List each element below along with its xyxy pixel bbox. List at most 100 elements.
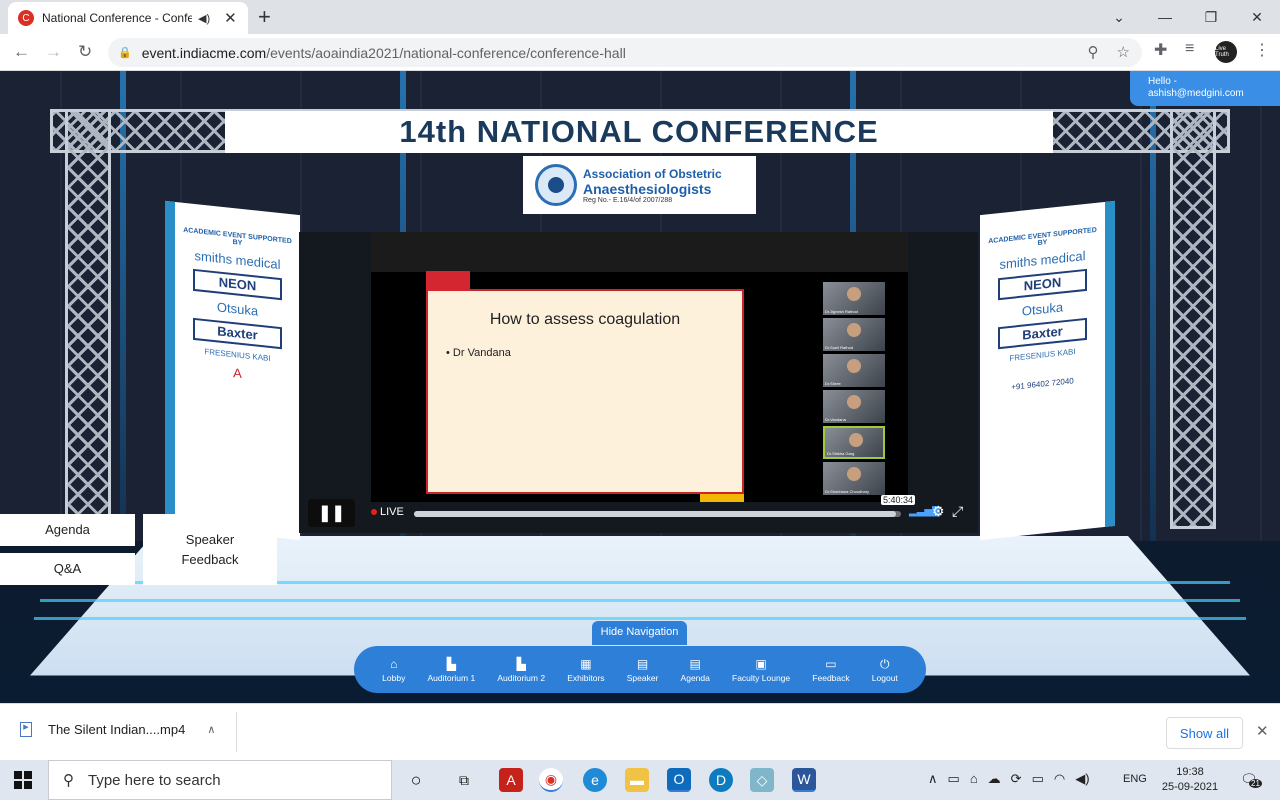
volume-icon[interactable]: ◀) (1075, 771, 1089, 787)
language-indicator[interactable]: ENG (1123, 773, 1147, 785)
left-truss (65, 109, 111, 529)
word-icon[interactable]: W (792, 768, 816, 792)
dell-icon[interactable]: D (709, 768, 733, 792)
system-clock[interactable]: 19:38 25-09-2021 (1160, 765, 1220, 795)
acrobat-icon[interactable]: A (499, 768, 523, 792)
agenda-button[interactable]: Agenda (0, 514, 135, 546)
file-icon: ▶ (20, 722, 32, 737)
video-controls: ❚❚ LIVE 5:40:34 ▂▃▅▇ ⚙ ⤢ (299, 495, 978, 533)
restore-button[interactable]: ❐ (1188, 9, 1234, 26)
taskbar-search[interactable]: ⚲ Type here to search (48, 760, 392, 800)
cortana-icon[interactable]: ○ (404, 768, 428, 792)
site-favicon: C (18, 10, 34, 26)
speaker-feedback-button[interactable]: Speaker Feedback (143, 514, 277, 585)
battery-icon[interactable]: ▭ (1032, 771, 1044, 787)
new-tab-button[interactable]: + (258, 4, 271, 30)
seek-bar[interactable] (414, 511, 901, 517)
forward-button[interactable]: → (45, 42, 62, 62)
minimize-button[interactable]: — (1142, 9, 1188, 25)
system-tray: ∧ ▭ ⌂ ☁ ⟳ ▭ ◠ ◀) (928, 771, 1090, 787)
sponsor-neon: NEON (998, 268, 1087, 301)
extensions-icon[interactable]: ✚ (1154, 40, 1167, 60)
door-icon: ▙ (516, 656, 526, 671)
qa-button[interactable]: Q&A (0, 553, 135, 585)
clock-time: 19:38 (1176, 766, 1204, 778)
show-all-button[interactable]: Show all (1166, 717, 1243, 749)
nav-agenda[interactable]: ▤ Agenda (681, 657, 710, 683)
stage-step-light (34, 617, 1246, 620)
notification-count: 21 (1249, 779, 1262, 788)
video-player[interactable]: How to assess coagulation • Dr Vandana D… (299, 232, 978, 533)
media-queue-icon[interactable]: ≡ (1185, 40, 1194, 58)
chevron-up-icon[interactable]: ∧ (207, 723, 215, 736)
nav-faculty-lounge[interactable]: ▣ Faculty Lounge (732, 657, 790, 683)
download-item[interactable]: ▶ The Silent Indian....mp4 ∧ (20, 722, 215, 737)
reload-button[interactable]: ↻ (78, 42, 92, 62)
device-icon[interactable]: ⌂ (970, 771, 978, 787)
fullscreen-icon[interactable]: ⤢ (952, 503, 963, 520)
nav-logout[interactable]: ⏻ Logout (872, 657, 898, 683)
nav-lobby[interactable]: ⌂ Lobby (382, 657, 405, 683)
nav-auditorium-1[interactable]: ▙ Auditorium 1 (427, 657, 475, 683)
participant-thumb-active: Dr.Shikha Garg (823, 426, 885, 459)
nav-auditorium-2[interactable]: ▙ Auditorium 2 (497, 657, 545, 683)
outlook-icon[interactable]: O (667, 768, 691, 792)
sponsor-phone: +91 96402 72040 (1011, 376, 1074, 392)
pause-button[interactable]: ❚❚ (308, 499, 355, 527)
user-greeting[interactable]: Hello - ashish@medgini.com (1130, 71, 1280, 106)
window-controls: ⌄ — ❐ ✕ (1096, 0, 1280, 34)
org-name-line2: Anaesthesiologists (583, 180, 712, 197)
menu-icon[interactable]: ⋮ (1254, 40, 1270, 60)
wifi-icon[interactable]: ◠ (1054, 771, 1065, 787)
sponsor-board-right: ACADEMIC EVENT SUPPORTED BY smiths medic… (980, 200, 1115, 541)
address-toolbar: ← → ↻ 🔒 event.indiacme.com/events/aoaind… (0, 34, 1280, 71)
conference-stage: 14th NATIONAL CONFERENCE Association of … (0, 71, 1280, 703)
nav-feedback[interactable]: ▭ Feedback (812, 657, 849, 683)
sponsor-baxter: Baxter (998, 317, 1087, 350)
lock-icon[interactable]: 🔒 (118, 46, 132, 59)
bookmark-star-icon[interactable]: ☆ (1117, 43, 1130, 61)
zoom-icon[interactable]: ⚲ (1088, 43, 1099, 61)
back-button[interactable]: ← (13, 42, 30, 62)
door-icon: ▙ (446, 656, 456, 671)
file-explorer-icon[interactable]: ▬ (625, 768, 649, 792)
settings-gear-icon[interactable]: ⚙ (932, 503, 945, 520)
power-icon: ⏻ (880, 656, 890, 671)
sponsor-neon: NEON (193, 268, 282, 301)
tab-search-icon[interactable]: ⌄ (1096, 9, 1142, 26)
windows-start-icon[interactable] (14, 771, 32, 789)
profile-avatar[interactable]: Live Truth (1215, 41, 1237, 63)
divider (236, 712, 237, 752)
home-icon: ⌂ (390, 656, 398, 671)
seek-bar-fill (414, 511, 897, 517)
chevron-up-icon[interactable]: ∧ (928, 771, 938, 787)
live-indicator[interactable]: LIVE (371, 506, 404, 518)
folder-icon[interactable]: ▭ (948, 771, 960, 787)
omnibox[interactable]: 🔒 event.indiacme.com/events/aoaindia2021… (108, 38, 1142, 67)
nav-speaker[interactable]: ▤ Speaker (627, 657, 659, 683)
banner-title: 14th NATIONAL CONFERENCE (399, 114, 879, 149)
notifications-icon[interactable]: 🗨 21 (1240, 771, 1262, 788)
close-window-button[interactable]: ✕ (1234, 9, 1280, 26)
tab-title: National Conference - Confe (42, 11, 192, 25)
nav-exhibitors[interactable]: ▦ Exhibitors (567, 657, 604, 683)
chrome-icon[interactable]: ◉ (539, 768, 563, 792)
hide-navigation-button[interactable]: Hide Navigation (592, 621, 687, 645)
browser-tab[interactable]: C National Conference - Confe ◀) ✕ (8, 2, 248, 34)
seek-time-tooltip: 5:40:34 (881, 495, 916, 505)
participant-thumb: Dr.Sunil Rathod (823, 318, 885, 351)
close-tab-icon[interactable]: ✕ (224, 9, 237, 27)
speaker-icon[interactable]: ◀) (198, 12, 210, 25)
seal-icon (535, 164, 577, 206)
slide-bullet: • Dr Vandana (446, 347, 511, 359)
app-icon[interactable]: ◇ (750, 768, 774, 792)
close-downloads-icon[interactable]: ✕ (1256, 722, 1269, 740)
cloud-icon[interactable]: ☁ (988, 771, 1001, 787)
participant-strip: Dr.Jignesh Rathod Dr.Sunil Rathod Dr.Shr… (823, 282, 885, 495)
edge-icon[interactable]: e (583, 768, 607, 792)
video-frame[interactable]: How to assess coagulation • Dr Vandana D… (371, 232, 908, 502)
task-view-icon[interactable]: ⧉ (452, 768, 476, 792)
url-text[interactable]: event.indiacme.com/events/aoaindia2021/n… (142, 45, 626, 61)
doc-icon: ▤ (689, 656, 701, 671)
update-icon[interactable]: ⟳ (1011, 771, 1022, 787)
